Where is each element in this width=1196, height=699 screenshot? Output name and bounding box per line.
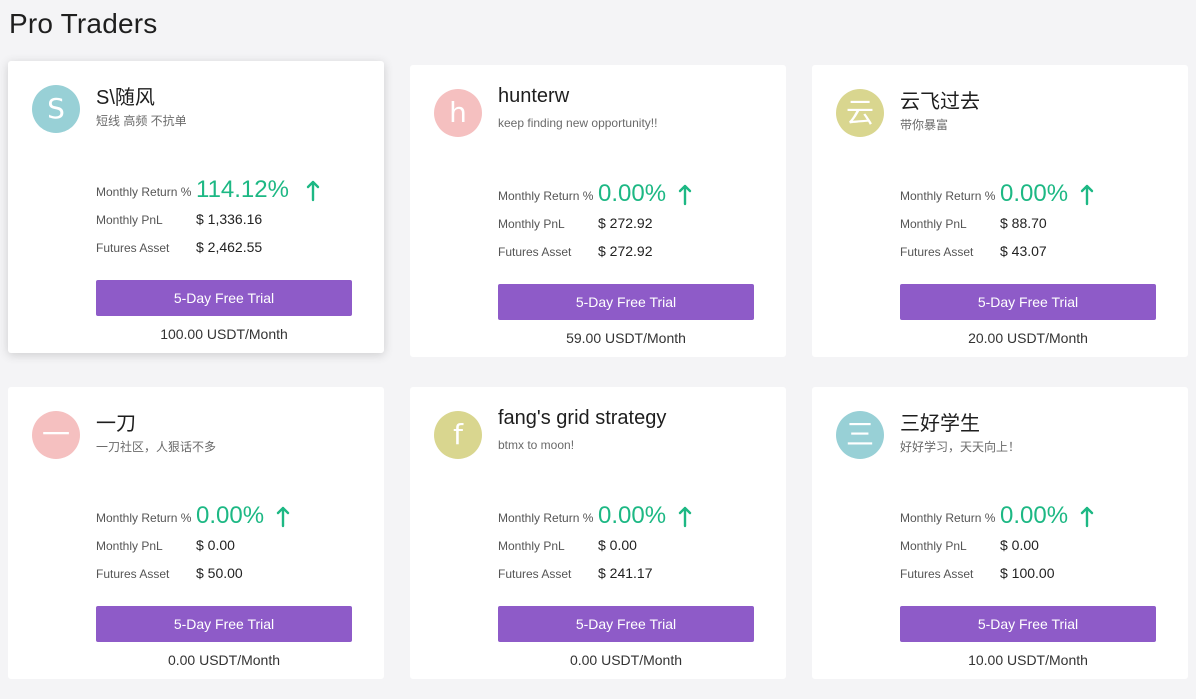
monthly-pnl-value: $ 1,336.16 [196,211,263,227]
trader-name[interactable]: 云飞过去 [900,85,980,114]
subscription-price: 0.00 USDT/Month [569,652,683,668]
trader-name[interactable]: hunterw [498,85,569,108]
trader-bio: 一刀社区，人狠话不多 [96,440,217,454]
trader-grid: Pro Traders S S\随风 短线 高频 不抗单 Monthly Ret… [0,0,1196,699]
trader-avatar: h [434,89,482,137]
arrow-up-icon [678,184,692,206]
trader-bio: 短线 高频 不抗单 [96,114,187,128]
monthly-return-label: Monthly Return % [498,511,594,525]
monthly-pnl-label: Monthly PnL [498,539,565,553]
free-trial-button[interactable]: 5-Day Free Trial [900,606,1156,642]
free-trial-button[interactable]: 5-Day Free Trial [900,284,1156,320]
trader-name[interactable]: 三好学生 [900,407,980,436]
futures-asset-label: Futures Asset [96,567,170,581]
futures-asset-value: $ 100.00 [1000,565,1055,581]
trader-card[interactable]: 三 三好学生 好好学习，天天向上！ Monthly Return % 0.00%… [812,387,1188,679]
trader-avatar: 三 [836,411,884,459]
futures-asset-label: Futures Asset [498,245,572,259]
monthly-return-value: 0.00% [1000,180,1069,207]
trader-name[interactable]: 一刀 [96,407,136,436]
futures-asset-value: $ 272.92 [598,243,653,259]
trader-bio: 带你暴富 [900,118,949,132]
page-title: Pro Traders [9,8,158,39]
free-trial-button[interactable]: 5-Day Free Trial [498,606,754,642]
trader-bio: btmx to moon! [498,438,575,452]
monthly-pnl-label: Monthly PnL [900,217,967,231]
futures-asset-label: Futures Asset [498,567,572,581]
trader-avatar: f [434,411,482,459]
monthly-pnl-label: Monthly PnL [498,217,565,231]
trader-card[interactable]: h hunterw keep finding new opportunity!!… [410,65,786,357]
trader-name[interactable]: fang's grid strategy [498,407,666,430]
monthly-pnl-label: Monthly PnL [96,539,163,553]
trader-bio: keep finding new opportunity!! [498,116,658,130]
trader-bio: 好好学习，天天向上！ [900,440,1021,454]
trader-avatar: 一 [32,411,80,459]
subscription-price: 0.00 USDT/Month [167,652,281,668]
monthly-return-label: Monthly Return % [498,189,594,203]
monthly-pnl-value: $ 0.00 [598,537,637,553]
futures-asset-value: $ 43.07 [1000,243,1047,259]
monthly-return-label: Monthly Return % [96,511,192,525]
trader-card[interactable]: 云 云飞过去 带你暴富 Monthly Return % 0.00% Month… [812,65,1188,357]
monthly-return-label: Monthly Return % [96,185,192,199]
arrow-up-icon [306,180,320,202]
trader-name[interactable]: S\随风 [96,81,155,110]
arrow-up-icon [1080,184,1094,206]
futures-asset-label: Futures Asset [900,245,974,259]
futures-asset-value: $ 2,462.55 [196,239,263,255]
arrow-up-icon [1080,506,1094,528]
futures-asset-label: Futures Asset [900,567,974,581]
monthly-return-value: 0.00% [598,180,667,207]
monthly-pnl-label: Monthly PnL [96,213,163,227]
monthly-pnl-value: $ 88.70 [1000,215,1047,231]
subscription-price: 100.00 USDT/Month [160,326,288,342]
monthly-pnl-value: $ 0.00 [1000,537,1039,553]
monthly-pnl-value: $ 272.92 [598,215,653,231]
monthly-return-value: 114.12% [196,176,289,203]
free-trial-button[interactable]: 5-Day Free Trial [96,280,352,316]
arrow-up-icon [678,506,692,528]
monthly-return-value: 0.00% [1000,502,1069,529]
subscription-price: 59.00 USDT/Month [566,330,686,346]
trader-card[interactable]: f fang's grid strategy btmx to moon! Mon… [410,387,786,679]
monthly-return-label: Monthly Return % [900,511,996,525]
monthly-return-label: Monthly Return % [900,189,996,203]
trader-avatar: 云 [836,89,884,137]
monthly-return-value: 0.00% [598,502,667,529]
subscription-price: 20.00 USDT/Month [968,330,1088,346]
free-trial-button[interactable]: 5-Day Free Trial [498,284,754,320]
trader-card[interactable]: S S\随风 短线 高频 不抗单 Monthly Return % 114.12… [8,61,384,353]
subscription-price: 10.00 USDT/Month [968,652,1088,668]
free-trial-button[interactable]: 5-Day Free Trial [96,606,352,642]
futures-asset-value: $ 241.17 [598,565,653,581]
trader-card[interactable]: 一 一刀 一刀社区，人狠话不多 Monthly Return % 0.00% M… [8,387,384,679]
arrow-up-icon [276,506,290,528]
monthly-pnl-value: $ 0.00 [196,537,235,553]
trader-avatar: S [32,85,80,133]
monthly-pnl-label: Monthly PnL [900,539,967,553]
monthly-return-value: 0.00% [196,502,265,529]
futures-asset-label: Futures Asset [96,241,170,255]
futures-asset-value: $ 50.00 [196,565,243,581]
